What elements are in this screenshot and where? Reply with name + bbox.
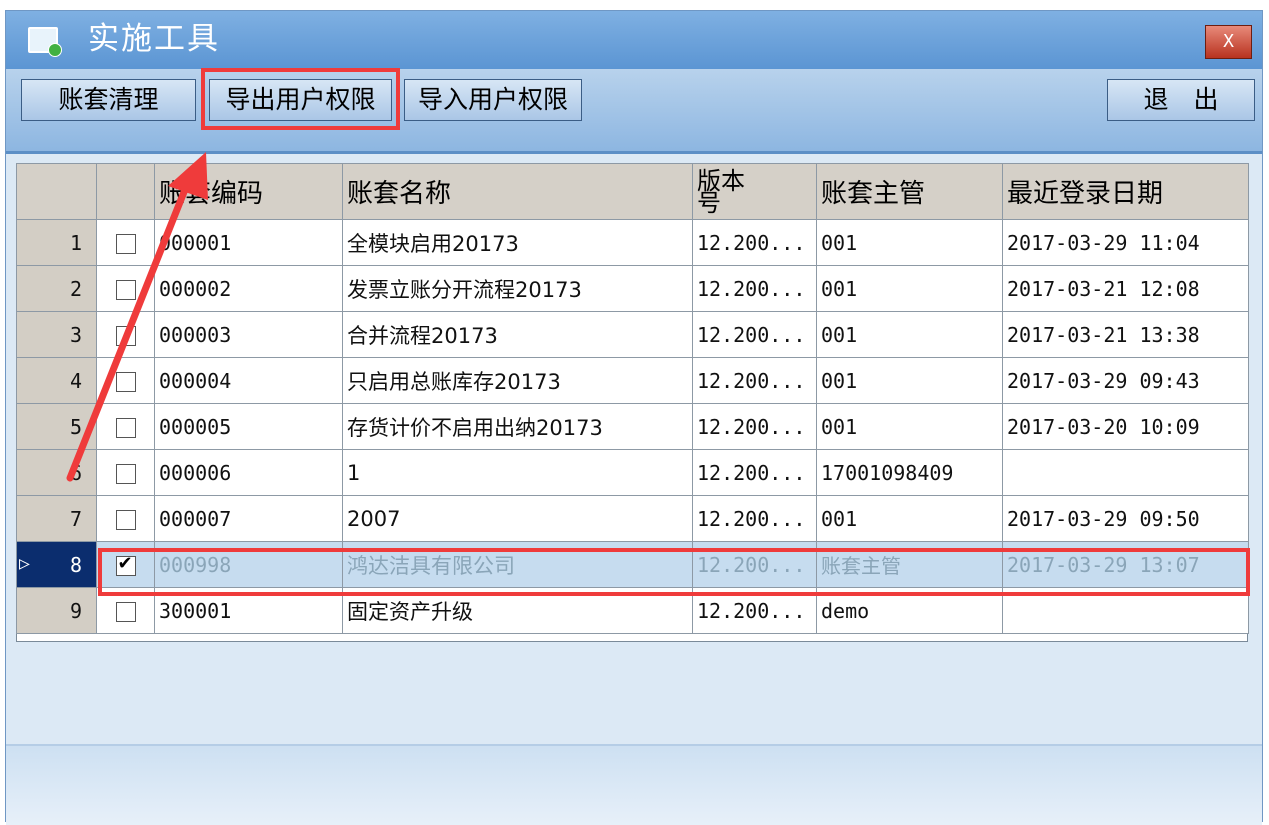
account-manager-cell: 001 <box>816 403 1003 450</box>
row-number-label: 4 <box>69 368 82 393</box>
row-number-label: 6 <box>69 460 82 485</box>
row-select-cell <box>96 265 155 312</box>
account-name-cell: 1 <box>342 449 693 496</box>
account-code-cell: 000003 <box>154 311 343 358</box>
table-row[interactable]: 1 000001 全模块启用20173 12.200... 001 2017-03-29 … <box>16 219 1249 266</box>
row-number-label: 9 <box>69 598 82 623</box>
account-name-cell: 全模块启用20173 <box>342 219 693 266</box>
exit-button[interactable]: 退 出 <box>1107 79 1255 121</box>
column-header-name[interactable]: 账套名称 <box>342 163 693 220</box>
table-row[interactable]: 5 000005 存货计价不启用出纳20173 12.200... 001 2017-03… <box>16 403 1249 450</box>
version-cell: 12.200... <box>692 265 817 312</box>
row-select-cell <box>96 495 155 542</box>
column-header-version[interactable]: 版本 号 <box>692 163 817 220</box>
toolbar: 账套清理 导出用户权限 导入用户权限 退 出 <box>6 69 1262 154</box>
row-number-label: 1 <box>69 230 82 255</box>
current-row-indicator-icon: ▷ <box>19 552 30 574</box>
account-code-cell: 000005 <box>154 403 343 450</box>
highlight-box-export <box>201 68 400 130</box>
row-number: 4 <box>16 357 97 404</box>
select-header <box>96 163 155 220</box>
row-checkbox[interactable] <box>115 279 136 300</box>
close-button[interactable]: X <box>1205 25 1252 59</box>
last-login-cell: 2017-03-21 12:08 <box>1002 265 1249 312</box>
row-number-label: 8 <box>69 552 82 577</box>
row-number-label: 2 <box>69 276 82 301</box>
column-header-last-login[interactable]: 最近登录日期 <box>1002 163 1249 220</box>
row-checkbox[interactable] <box>115 371 136 392</box>
row-checkbox[interactable] <box>115 417 136 438</box>
last-login-cell: 2017-03-20 10:09 <box>1002 403 1249 450</box>
row-select-cell <box>96 219 155 266</box>
account-name-cell: 发票立账分开流程20173 <box>342 265 693 312</box>
clear-accounts-button[interactable]: 账套清理 <box>21 79 196 121</box>
row-checkbox[interactable] <box>115 601 136 622</box>
account-code-cell: 000004 <box>154 357 343 404</box>
account-name-cell: 2007 <box>342 495 693 542</box>
account-manager-cell: 001 <box>816 495 1003 542</box>
row-number-label: 7 <box>69 506 82 531</box>
version-cell: 12.200... <box>692 219 817 266</box>
row-number: ▷ 8 <box>16 541 97 588</box>
last-login-cell: 2017-03-21 13:38 <box>1002 311 1249 358</box>
row-number-label: 3 <box>69 322 82 347</box>
row-number: 2 <box>16 265 97 312</box>
import-permissions-button[interactable]: 导入用户权限 <box>404 79 582 121</box>
account-code-cell: 000002 <box>154 265 343 312</box>
app-window-icon <box>28 27 62 57</box>
row-number-header <box>16 163 97 220</box>
account-manager-cell: 001 <box>816 311 1003 358</box>
account-code-cell: 000001 <box>154 219 343 266</box>
row-number: 5 <box>16 403 97 450</box>
account-code-cell: 000006 <box>154 449 343 496</box>
account-code-cell: 000007 <box>154 495 343 542</box>
row-number: 6 <box>16 449 97 496</box>
window-title: 实施工具 <box>88 21 220 57</box>
row-select-cell <box>96 311 155 358</box>
version-cell: 12.200... <box>692 495 817 542</box>
column-header-manager[interactable]: 账套主管 <box>816 163 1003 220</box>
last-login-cell: 2017-03-29 11:04 <box>1002 219 1249 266</box>
row-number: 1 <box>16 219 97 266</box>
table-row[interactable]: 7 000007 2007 12.200... 001 2017-03-29 09:50 <box>16 495 1249 542</box>
version-cell: 12.200... <box>692 403 817 450</box>
table-row[interactable]: 6 000006 1 12.200... 17001098409 <box>16 449 1249 496</box>
row-number-label: 5 <box>69 414 82 439</box>
table-header-row: 账套编码 账套名称 版本 号 账套主管 最近登录日期 <box>16 163 1249 220</box>
account-name-cell: 只启用总账库存20173 <box>342 357 693 404</box>
column-header-code[interactable]: 账套编码 <box>154 163 343 220</box>
row-select-cell <box>96 449 155 496</box>
account-manager-cell: 001 <box>816 265 1003 312</box>
version-cell: 12.200... <box>692 311 817 358</box>
account-manager-cell: 001 <box>816 357 1003 404</box>
account-name-cell: 存货计价不启用出纳20173 <box>342 403 693 450</box>
row-number: 9 <box>16 587 97 634</box>
last-login-cell: 2017-03-29 09:43 <box>1002 357 1249 404</box>
row-checkbox[interactable] <box>115 325 136 346</box>
table-row[interactable]: 2 000002 发票立账分开流程20173 12.200... 001 2017-03-… <box>16 265 1249 312</box>
row-checkbox[interactable] <box>115 509 136 530</box>
highlight-box-selected-row <box>98 548 1250 596</box>
row-number: 7 <box>16 495 97 542</box>
status-area <box>6 744 1262 825</box>
row-number: 3 <box>16 311 97 358</box>
row-checkbox[interactable] <box>115 233 136 254</box>
last-login-cell <box>1002 449 1249 496</box>
account-manager-cell: 001 <box>816 219 1003 266</box>
table-row[interactable]: 4 000004 只启用总账库存20173 12.200... 001 2017-03-2… <box>16 357 1249 404</box>
row-checkbox[interactable] <box>115 463 136 484</box>
row-select-cell <box>96 357 155 404</box>
table-row[interactable]: 3 000003 合并流程20173 12.200... 001 2017-03-21 1… <box>16 311 1249 358</box>
title-bar: 实施工具 X <box>6 11 1262 69</box>
version-cell: 12.200... <box>692 357 817 404</box>
account-manager-cell: 17001098409 <box>816 449 1003 496</box>
row-select-cell <box>96 403 155 450</box>
version-cell: 12.200... <box>692 449 817 496</box>
account-name-cell: 合并流程20173 <box>342 311 693 358</box>
last-login-cell: 2017-03-29 09:50 <box>1002 495 1249 542</box>
